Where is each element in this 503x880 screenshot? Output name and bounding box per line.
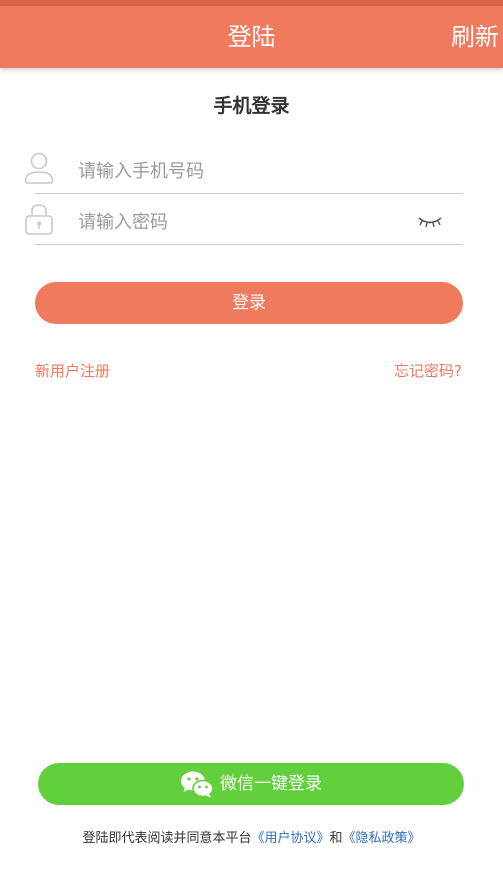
agreement-notice: 登陆即代表阅读并同意本平台《用户协议》和《隐私政策》: [0, 829, 503, 849]
eye-closed-icon[interactable]: [417, 212, 443, 230]
app-header: 登陆 刷新: [0, 6, 503, 68]
page-title: 登陆: [227, 23, 276, 51]
user-agreement-link[interactable]: 《用户协议》: [251, 831, 329, 846]
privacy-policy-link[interactable]: 《隐私政策》: [343, 831, 421, 846]
phone-field: [24, 149, 463, 194]
login-button[interactable]: 登录: [35, 282, 463, 324]
login-section-title: 手机登录: [213, 95, 290, 117]
agreement-conjunction: 和: [329, 831, 343, 846]
register-link[interactable]: 新用户注册: [35, 360, 110, 382]
wechat-login-button[interactable]: 微信一键登录: [38, 763, 464, 805]
password-input[interactable]: [76, 206, 410, 238]
lock-icon: [25, 204, 53, 235]
wechat-login-label: 微信一键登录: [220, 774, 322, 794]
agreement-prefix: 登陆即代表阅读并同意本平台: [82, 831, 252, 846]
forgot-password-link[interactable]: 忘记密码?: [394, 360, 462, 382]
phone-input[interactable]: [76, 155, 410, 187]
wechat-icon: [181, 771, 214, 798]
password-field: [25, 200, 463, 245]
refresh-button[interactable]: 刷新: [451, 20, 499, 54]
user-icon: [24, 152, 54, 184]
